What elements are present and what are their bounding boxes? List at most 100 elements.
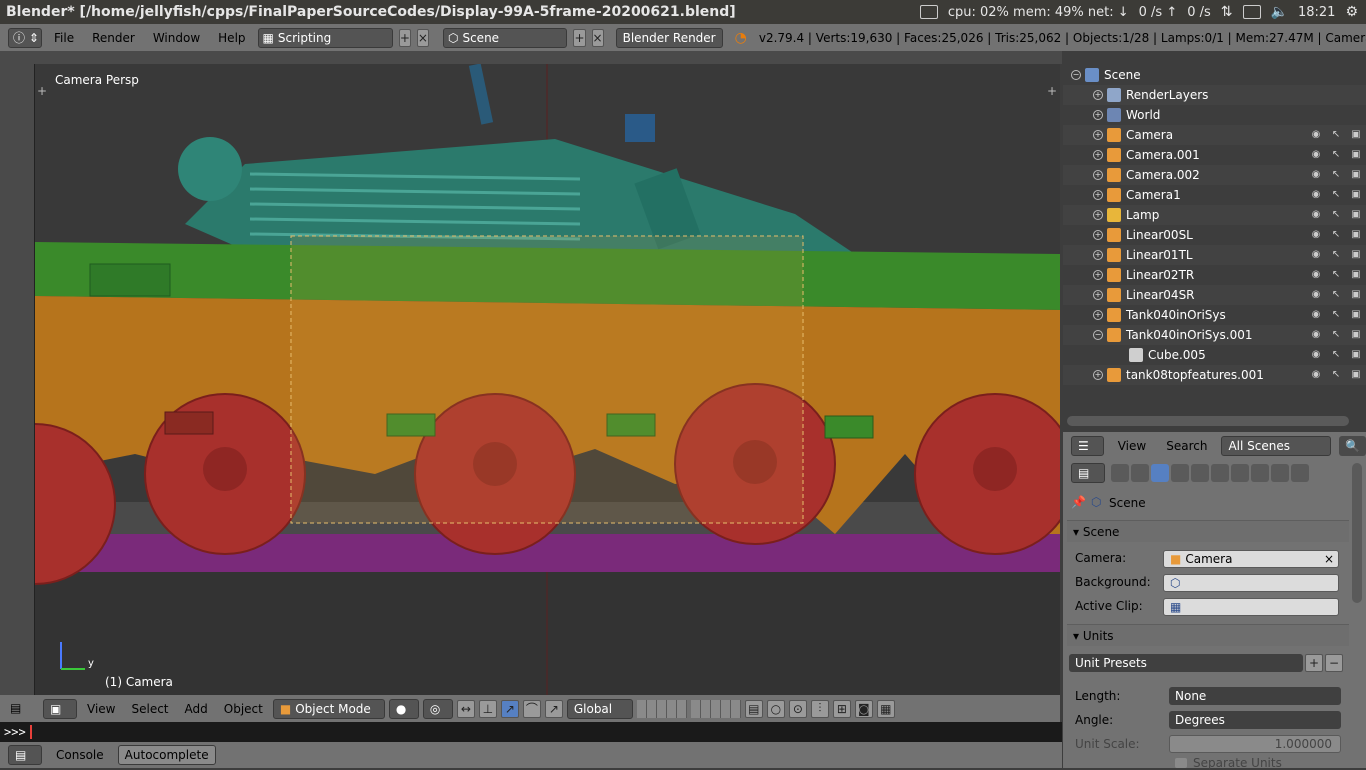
remove-screen-icon[interactable]: ×: [416, 28, 429, 47]
renderability-camera-icon[interactable]: ▣: [1350, 289, 1362, 301]
render-animation-icon[interactable]: ▦: [876, 699, 895, 718]
keyboard-icon[interactable]: [919, 5, 938, 19]
remove-preset-icon[interactable]: −: [1325, 654, 1343, 672]
scene-panel-header[interactable]: ▾ Scene: [1067, 520, 1349, 542]
menu-add[interactable]: Add: [179, 702, 214, 716]
selectability-cursor-icon[interactable]: ↖: [1330, 329, 1342, 341]
expand-toggle-icon[interactable]: +: [1093, 290, 1103, 300]
expand-toggle-icon[interactable]: −: [1093, 330, 1103, 340]
autocomplete-button[interactable]: Autocomplete: [117, 745, 216, 765]
rotate-icon[interactable]: ↗: [500, 699, 519, 718]
selectability-cursor-icon[interactable]: ↖: [1330, 269, 1342, 281]
viewport-corner-plus-right[interactable]: +: [1047, 84, 1057, 98]
selectability-cursor-icon[interactable]: ↖: [1330, 349, 1342, 361]
editor-type-info-button[interactable]: ⓘ ⇕: [8, 27, 42, 48]
expand-toggle-icon[interactable]: +: [1093, 90, 1103, 100]
visibility-eye-icon[interactable]: ◉: [1310, 149, 1322, 161]
pin-icon[interactable]: 📌: [1071, 495, 1086, 509]
console-menu[interactable]: Console: [50, 748, 110, 762]
lock-layers-icon[interactable]: ▤: [744, 699, 763, 718]
layer-grid-2[interactable]: [690, 699, 741, 718]
expand-toggle-icon[interactable]: +: [1093, 270, 1103, 280]
render-engine-selector[interactable]: Blender Render: [615, 27, 723, 48]
visibility-eye-icon[interactable]: ◉: [1310, 229, 1322, 241]
menu-file[interactable]: File: [48, 31, 80, 45]
volume-icon[interactable]: 🔈: [1271, 4, 1288, 20]
manipulator-toggle-icon[interactable]: ↔: [456, 699, 475, 718]
renderability-camera-icon[interactable]: ▣: [1350, 189, 1362, 201]
outliner-row[interactable]: + Camera1 ◉ ↖ ▣: [1063, 185, 1366, 205]
expand-toggle-icon[interactable]: +: [1093, 310, 1103, 320]
expand-toggle-icon[interactable]: +: [1093, 170, 1103, 180]
visibility-eye-icon[interactable]: ◉: [1310, 169, 1322, 181]
outliner-menu-view[interactable]: View: [1112, 439, 1152, 453]
outliner-scrollbar[interactable]: [1067, 416, 1349, 426]
clock[interactable]: 18:21: [1298, 5, 1335, 20]
outliner-display-mode[interactable]: All Scenes: [1221, 435, 1332, 456]
add-preset-icon[interactable]: +: [1305, 654, 1323, 672]
editor-type-properties-button[interactable]: ▤: [1071, 462, 1105, 483]
proportional-edit-icon[interactable]: ○: [766, 699, 785, 718]
python-console[interactable]: >>>: [0, 722, 1062, 742]
outliner-row[interactable]: + Camera.001 ◉ ↖ ▣: [1063, 145, 1366, 165]
editor-type-3dview-button[interactable]: ▣: [43, 698, 77, 719]
outliner-menu-search[interactable]: Search: [1160, 439, 1213, 453]
menu-select[interactable]: Select: [125, 702, 174, 716]
pivot-selector[interactable]: ◎: [422, 698, 453, 719]
expand-toggle-icon[interactable]: +: [1093, 110, 1103, 120]
renderability-camera-icon[interactable]: ▣: [1350, 149, 1362, 161]
angle-dropdown[interactable]: Degrees: [1169, 711, 1341, 729]
renderability-camera-icon[interactable]: ▣: [1350, 249, 1362, 261]
scene-selector[interactable]: ⬡ Scene: [442, 27, 568, 48]
expand-toggle-icon[interactable]: +: [1093, 370, 1103, 380]
object-tab-icon[interactable]: [1191, 463, 1209, 482]
expand-toggle-icon[interactable]: −: [1071, 70, 1081, 80]
network-icon[interactable]: ⇅: [1221, 4, 1233, 20]
selectability-cursor-icon[interactable]: ↖: [1330, 369, 1342, 381]
viewport-corner-plus-left[interactable]: +: [37, 84, 47, 98]
visibility-eye-icon[interactable]: ◉: [1310, 249, 1322, 261]
renderability-camera-icon[interactable]: ▣: [1350, 369, 1362, 381]
outliner-row[interactable]: + Lamp ◉ ↖ ▣: [1063, 205, 1366, 225]
menu-window[interactable]: Window: [147, 31, 206, 45]
visibility-eye-icon[interactable]: ◉: [1310, 349, 1322, 361]
editor-type-outliner-button[interactable]: ☰: [1071, 435, 1104, 456]
outliner-row[interactable]: + tank08topfeatures.001 ◉ ↖ ▣: [1063, 365, 1366, 385]
renderability-camera-icon[interactable]: ▣: [1350, 209, 1362, 221]
visibility-eye-icon[interactable]: ◉: [1310, 269, 1322, 281]
selectability-cursor-icon[interactable]: ↖: [1330, 289, 1342, 301]
data-tab-icon[interactable]: [1251, 463, 1269, 482]
length-dropdown[interactable]: None: [1169, 687, 1341, 705]
material-tab-icon[interactable]: [1271, 463, 1289, 482]
renderability-camera-icon[interactable]: ▣: [1350, 309, 1362, 321]
visibility-eye-icon[interactable]: ◉: [1310, 129, 1322, 141]
expand-toggle-icon[interactable]: +: [1093, 230, 1103, 240]
visibility-eye-icon[interactable]: ◉: [1310, 309, 1322, 321]
unit-scale-field[interactable]: 1.000000: [1169, 735, 1341, 753]
outliner-row[interactable]: − Tank040inOriSys.001 ◉ ↖ ▣: [1063, 325, 1366, 345]
scene-tab-icon[interactable]: [1151, 463, 1169, 482]
snap-target-icon[interactable]: ⊞: [832, 699, 851, 718]
unit-presets-dropdown[interactable]: Unit Presets: [1069, 654, 1303, 672]
background-field[interactable]: ⬡: [1163, 574, 1339, 592]
render-layers-tab-icon[interactable]: [1131, 463, 1149, 482]
selectability-cursor-icon[interactable]: ↖: [1330, 229, 1342, 241]
outliner-row[interactable]: +Cube.005◉↖▣: [1063, 345, 1366, 365]
separate-units-checkbox[interactable]: [1175, 758, 1187, 768]
viewport-left-button[interactable]: ▤: [0, 695, 35, 722]
camera-field[interactable]: ■ Camera ×: [1163, 550, 1339, 568]
constraints-tab-icon[interactable]: [1211, 463, 1229, 482]
render-image-icon[interactable]: ◙: [854, 699, 873, 718]
modifiers-tab-icon[interactable]: [1231, 463, 1249, 482]
outliner-row[interactable]: + World: [1063, 105, 1366, 125]
selectability-cursor-icon[interactable]: ↖: [1330, 249, 1342, 261]
expand-toggle-icon[interactable]: +: [1093, 250, 1103, 260]
properties-scrollbar[interactable]: [1352, 463, 1362, 603]
expand-toggle-icon[interactable]: +: [1093, 130, 1103, 140]
outliner-search-icon[interactable]: 🔍: [1339, 435, 1366, 456]
renderability-camera-icon[interactable]: ▣: [1350, 229, 1362, 241]
selectability-cursor-icon[interactable]: ↖: [1330, 169, 1342, 181]
editor-type-console-button[interactable]: ▤: [8, 745, 42, 765]
layer-grid-1[interactable]: [636, 699, 687, 718]
menu-render[interactable]: Render: [86, 31, 141, 45]
